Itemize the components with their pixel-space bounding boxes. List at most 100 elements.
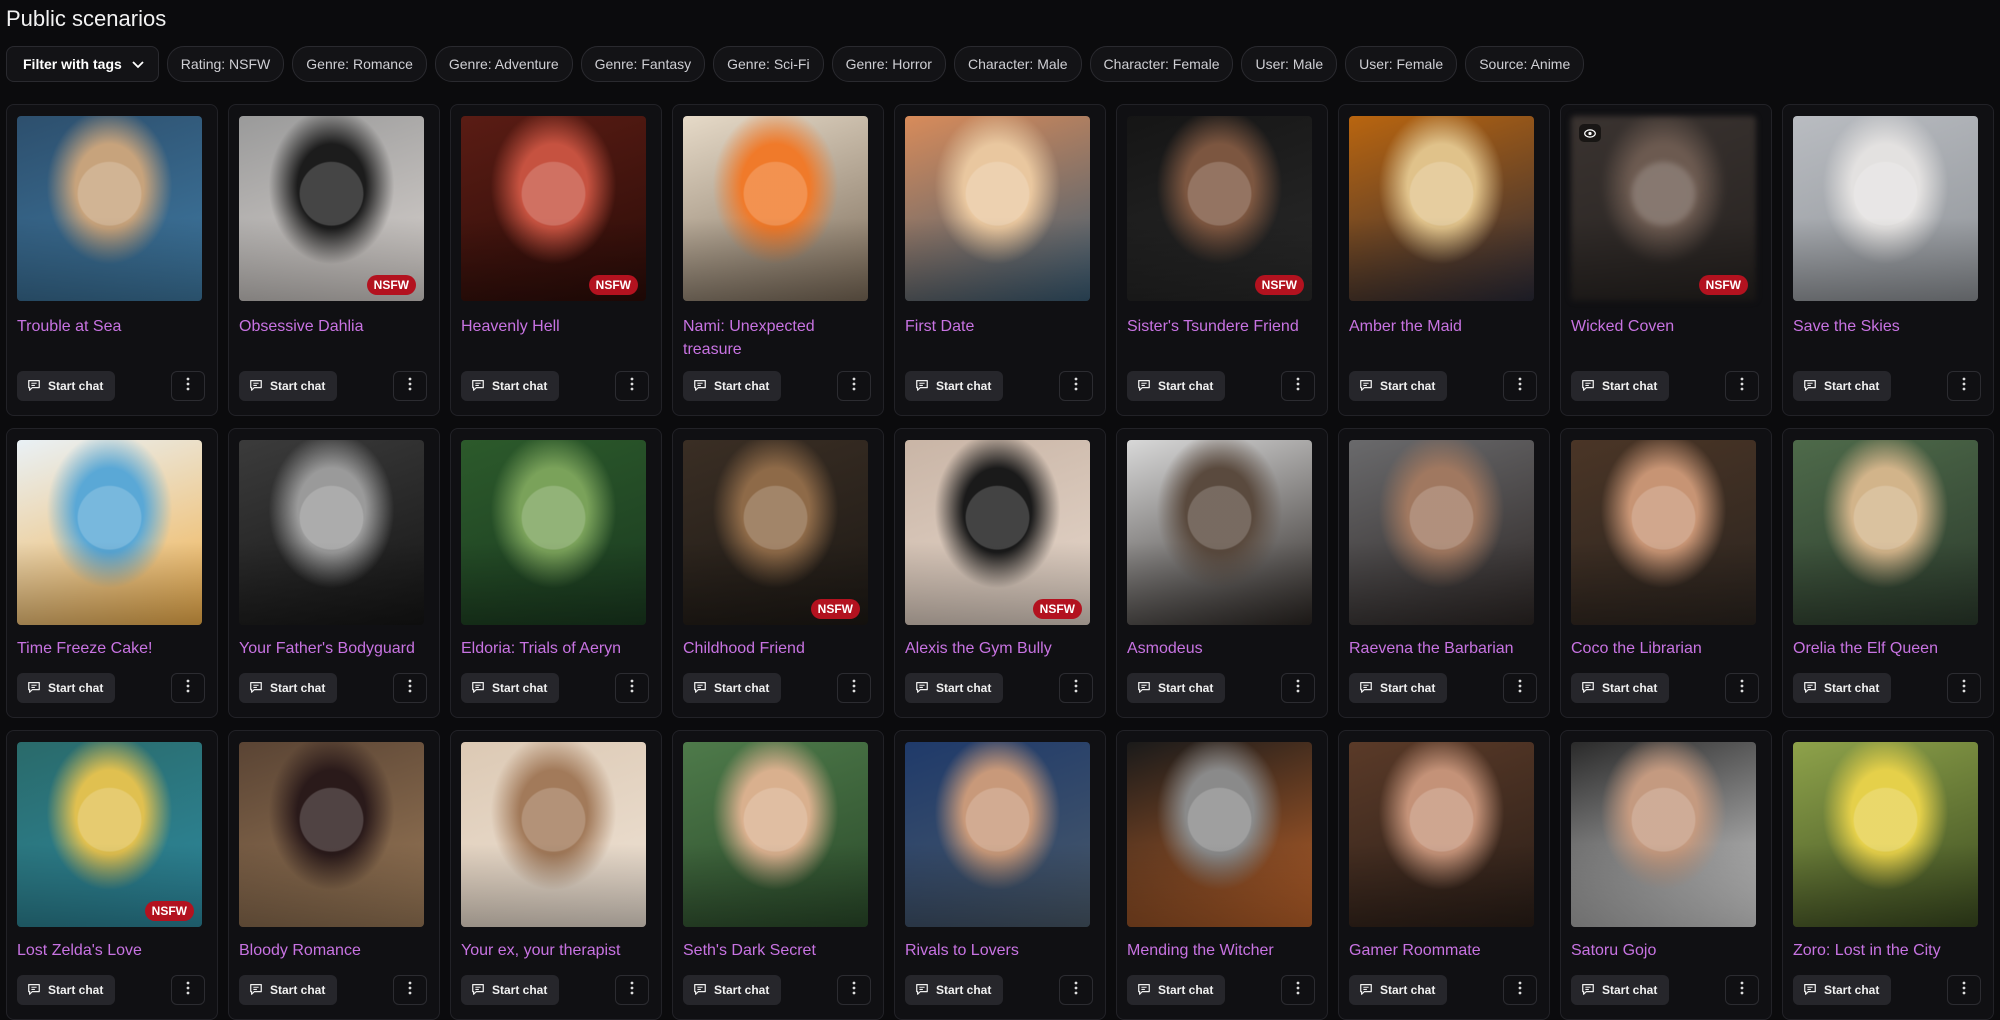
scenario-card[interactable]: Your Father's Bodyguard Start chat <box>228 428 440 718</box>
scenario-title[interactable]: Trouble at Sea <box>17 315 209 338</box>
scenario-thumbnail[interactable] <box>1349 742 1534 927</box>
scenario-thumbnail[interactable] <box>683 116 868 301</box>
start-chat-button[interactable]: Start chat <box>239 975 338 1005</box>
more-options-button[interactable] <box>837 371 871 401</box>
scenario-title[interactable]: Your Father's Bodyguard <box>239 637 431 660</box>
more-options-button[interactable] <box>1059 673 1093 703</box>
scenario-thumbnail[interactable] <box>461 116 646 301</box>
filter-with-tags-button[interactable]: Filter with tags <box>6 46 159 82</box>
scenario-thumbnail[interactable] <box>1127 116 1312 301</box>
tag-chip[interactable]: Character: Male <box>953 46 1082 82</box>
scenario-card[interactable]: Gamer Roommate Start chat <box>1338 730 1550 1020</box>
more-options-button[interactable] <box>1281 975 1315 1005</box>
start-chat-button[interactable]: Start chat <box>239 673 338 703</box>
scenario-title[interactable]: Coco the Librarian <box>1571 637 1763 660</box>
scenario-card[interactable]: First Date Start chat <box>894 104 1106 416</box>
scenario-card[interactable]: Nami: Unexpected treasure Start chat <box>672 104 884 416</box>
scenario-thumbnail[interactable] <box>1127 742 1312 927</box>
more-options-button[interactable] <box>1947 975 1981 1005</box>
tag-chip[interactable]: Genre: Romance <box>292 46 427 82</box>
scenario-card[interactable]: NSFW Wicked Coven Start chat <box>1560 104 1772 416</box>
start-chat-button[interactable]: Start chat <box>1349 975 1448 1005</box>
scenario-card[interactable]: Raevena the Barbarian Start chat <box>1338 428 1550 718</box>
scenario-title[interactable]: Amber the Maid <box>1349 315 1541 338</box>
start-chat-button[interactable]: Start chat <box>683 673 782 703</box>
scenario-title[interactable]: Gamer Roommate <box>1349 939 1541 962</box>
start-chat-button[interactable]: Start chat <box>461 371 560 401</box>
scenario-card[interactable]: Eldoria: Trials of Aeryn Start chat <box>450 428 662 718</box>
scenario-thumbnail[interactable] <box>17 742 202 927</box>
more-options-button[interactable] <box>393 371 427 401</box>
more-options-button[interactable] <box>171 371 205 401</box>
more-options-button[interactable] <box>1503 371 1537 401</box>
scenario-thumbnail[interactable] <box>17 440 202 625</box>
scenario-thumbnail[interactable] <box>17 116 202 301</box>
tag-chip[interactable]: Genre: Adventure <box>434 46 573 82</box>
start-chat-button[interactable]: Start chat <box>17 673 116 703</box>
start-chat-button[interactable]: Start chat <box>461 975 560 1005</box>
scenario-title[interactable]: Alexis the Gym Bully <box>905 637 1097 660</box>
start-chat-button[interactable]: Start chat <box>905 371 1004 401</box>
scenario-title[interactable]: Orelia the Elf Queen <box>1793 637 1985 660</box>
scenario-card[interactable]: NSFW Obsessive Dahlia Start chat <box>228 104 440 416</box>
start-chat-button[interactable]: Start chat <box>1127 371 1226 401</box>
start-chat-button[interactable]: Start chat <box>683 371 782 401</box>
scenario-title[interactable]: Bloody Romance <box>239 939 431 962</box>
scenario-thumbnail[interactable] <box>239 440 424 625</box>
scenario-card[interactable]: Trouble at Sea Start chat <box>6 104 218 416</box>
start-chat-button[interactable]: Start chat <box>1571 975 1670 1005</box>
start-chat-button[interactable]: Start chat <box>1127 975 1226 1005</box>
more-options-button[interactable] <box>393 975 427 1005</box>
scenario-thumbnail[interactable] <box>239 116 424 301</box>
scenario-card[interactable]: NSFW Lost Zelda's Love Start chat <box>6 730 218 1020</box>
more-options-button[interactable] <box>615 975 649 1005</box>
more-options-button[interactable] <box>1281 673 1315 703</box>
eye-icon[interactable] <box>1579 124 1601 142</box>
tag-chip[interactable]: User: Female <box>1345 46 1458 82</box>
more-options-button[interactable] <box>1503 975 1537 1005</box>
scenario-title[interactable]: Lost Zelda's Love <box>17 939 209 962</box>
start-chat-button[interactable]: Start chat <box>1793 673 1892 703</box>
more-options-button[interactable] <box>1725 371 1759 401</box>
scenario-title[interactable]: First Date <box>905 315 1097 338</box>
scenario-card[interactable]: Bloody Romance Start chat <box>228 730 440 1020</box>
start-chat-button[interactable]: Start chat <box>239 371 338 401</box>
scenario-card[interactable]: NSFW Alexis the Gym Bully Start chat <box>894 428 1106 718</box>
scenario-thumbnail[interactable] <box>239 742 424 927</box>
scenario-card[interactable]: Satoru Gojo Start chat <box>1560 730 1772 1020</box>
start-chat-button[interactable]: Start chat <box>17 371 116 401</box>
tag-chip[interactable]: Genre: Horror <box>831 46 946 82</box>
scenario-title[interactable]: Zoro: Lost in the City <box>1793 939 1985 962</box>
scenario-title[interactable]: Asmodeus <box>1127 637 1319 660</box>
more-options-button[interactable] <box>1059 371 1093 401</box>
scenario-title[interactable]: Rivals to Lovers <box>905 939 1097 962</box>
more-options-button[interactable] <box>1059 975 1093 1005</box>
scenario-card[interactable]: Rivals to Lovers Start chat <box>894 730 1106 1020</box>
more-options-button[interactable] <box>1503 673 1537 703</box>
scenario-title[interactable]: Nami: Unexpected treasure <box>683 315 875 361</box>
more-options-button[interactable] <box>1725 975 1759 1005</box>
scenario-title[interactable]: Satoru Gojo <box>1571 939 1763 962</box>
scenario-thumbnail[interactable] <box>1793 116 1978 301</box>
scenario-title[interactable]: Time Freeze Cake! <box>17 637 209 660</box>
scenario-thumbnail[interactable] <box>1127 440 1312 625</box>
scenario-thumbnail[interactable] <box>683 742 868 927</box>
start-chat-button[interactable]: Start chat <box>1793 371 1892 401</box>
scenario-title[interactable]: Save the Skies <box>1793 315 1985 338</box>
scenario-card[interactable]: Time Freeze Cake! Start chat <box>6 428 218 718</box>
start-chat-button[interactable]: Start chat <box>1349 673 1448 703</box>
tag-chip[interactable]: Source: Anime <box>1465 46 1585 82</box>
scenario-thumbnail[interactable] <box>1793 440 1978 625</box>
scenario-thumbnail[interactable] <box>461 440 646 625</box>
scenario-card[interactable]: Orelia the Elf Queen Start chat <box>1782 428 1994 718</box>
start-chat-button[interactable]: Start chat <box>1571 371 1670 401</box>
scenario-title[interactable]: Your ex, your therapist <box>461 939 653 962</box>
scenario-card[interactable]: NSFW Heavenly Hell Start chat <box>450 104 662 416</box>
scenario-thumbnail[interactable] <box>905 440 1090 625</box>
scenario-thumbnail[interactable] <box>1793 742 1978 927</box>
scenario-title[interactable]: Seth's Dark Secret <box>683 939 875 962</box>
scenario-thumbnail[interactable] <box>1349 440 1534 625</box>
scenario-card[interactable]: Your ex, your therapist Start chat <box>450 730 662 1020</box>
more-options-button[interactable] <box>1947 673 1981 703</box>
scenario-card[interactable]: Mending the Witcher Start chat <box>1116 730 1328 1020</box>
